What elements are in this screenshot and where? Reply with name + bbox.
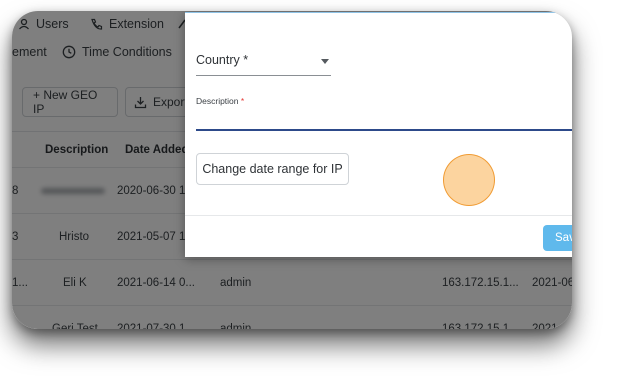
required-mark: *	[240, 96, 245, 106]
click-indicator	[443, 154, 495, 206]
dialog-footer-divider	[185, 215, 572, 216]
description-label: Description *	[196, 96, 244, 106]
save-button[interactable]: Sav	[543, 225, 572, 251]
country-select[interactable]: Country *	[196, 51, 331, 76]
geo-ip-dialog: Country * Description * Change date rang…	[185, 12, 572, 257]
dropdown-arrow-icon	[321, 59, 329, 64]
description-label-text: Description	[196, 96, 239, 106]
change-date-range-button[interactable]: Change date range for IP	[196, 153, 349, 185]
country-label: Country *	[196, 53, 249, 67]
screenshot-frame: Users Extension ement	[12, 11, 572, 329]
description-input[interactable]	[196, 107, 572, 131]
